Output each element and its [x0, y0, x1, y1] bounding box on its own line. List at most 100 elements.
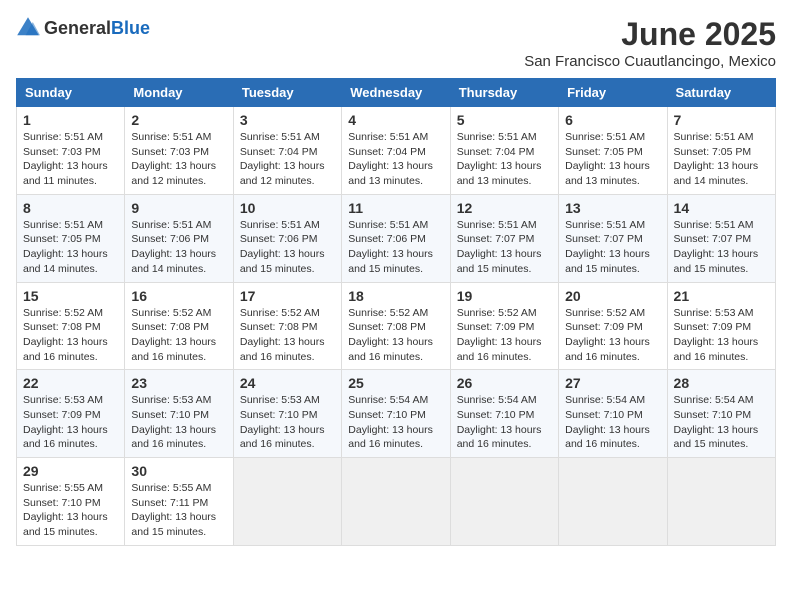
day-info: Sunrise: 5:52 AM Sunset: 7:09 PM Dayligh… [457, 306, 552, 365]
day-number: 4 [348, 112, 443, 128]
day-info: Sunrise: 5:53 AM Sunset: 7:10 PM Dayligh… [131, 393, 226, 452]
day-info: Sunrise: 5:51 AM Sunset: 7:04 PM Dayligh… [240, 130, 335, 189]
day-number: 14 [674, 200, 769, 216]
day-number: 26 [457, 375, 552, 391]
day-info: Sunrise: 5:51 AM Sunset: 7:06 PM Dayligh… [348, 218, 443, 277]
day-info: Sunrise: 5:51 AM Sunset: 7:05 PM Dayligh… [23, 218, 118, 277]
calendar-week-row: 22Sunrise: 5:53 AM Sunset: 7:09 PM Dayli… [17, 370, 776, 458]
day-number: 3 [240, 112, 335, 128]
logo-icon [16, 16, 40, 40]
day-info: Sunrise: 5:52 AM Sunset: 7:09 PM Dayligh… [565, 306, 660, 365]
calendar-day-cell: 25Sunrise: 5:54 AM Sunset: 7:10 PM Dayli… [342, 370, 450, 458]
calendar-day-cell: 28 Sunrise: 5:54 AM Sunset: 7:10 PM Dayli… [667, 370, 775, 458]
header-sunday: Sunday [17, 79, 125, 107]
calendar-day-cell: 4 Sunrise: 5:51 AM Sunset: 7:04 PM Daylig… [342, 107, 450, 195]
day-number: 11 [348, 200, 443, 216]
day-info: Sunrise: 5:55 AM Sunset: 7:11 PM Dayligh… [131, 481, 226, 540]
day-number: 10 [240, 200, 335, 216]
day-number: 13 [565, 200, 660, 216]
month-title: June 2025 [524, 16, 776, 53]
day-info: Sunrise: 5:51 AM Sunset: 7:06 PM Dayligh… [131, 218, 226, 277]
day-number: 24 [240, 375, 335, 391]
day-number: 30 [131, 463, 226, 479]
day-number: 29 [23, 463, 118, 479]
calendar-day-cell: 7 Sunrise: 5:51 AM Sunset: 7:05 PM Daylig… [667, 107, 775, 195]
calendar-day-cell: 2 Sunrise: 5:51 AM Sunset: 7:03 PM Daylig… [125, 107, 233, 195]
day-info: Sunrise: 5:54 AM Sunset: 7:10 PM Dayligh… [674, 393, 769, 452]
day-number: 7 [674, 112, 769, 128]
calendar-day-cell: 22Sunrise: 5:53 AM Sunset: 7:09 PM Dayli… [17, 370, 125, 458]
calendar-day-cell: 12 Sunrise: 5:51 AM Sunset: 7:07 PM Dayli… [450, 194, 558, 282]
calendar-day-cell: 19 Sunrise: 5:52 AM Sunset: 7:09 PM Dayli… [450, 282, 558, 370]
day-number: 16 [131, 288, 226, 304]
day-info: Sunrise: 5:51 AM Sunset: 7:03 PM Dayligh… [23, 130, 118, 189]
calendar-day-cell: 18 Sunrise: 5:52 AM Sunset: 7:08 PM Dayli… [342, 282, 450, 370]
header-thursday: Thursday [450, 79, 558, 107]
day-info: Sunrise: 5:51 AM Sunset: 7:07 PM Dayligh… [565, 218, 660, 277]
calendar-week-row: 29Sunrise: 5:55 AM Sunset: 7:10 PM Dayli… [17, 458, 776, 546]
day-number: 18 [348, 288, 443, 304]
header-monday: Monday [125, 79, 233, 107]
calendar-day-cell: 11 Sunrise: 5:51 AM Sunset: 7:06 PM Dayli… [342, 194, 450, 282]
calendar-table: SundayMondayTuesdayWednesdayThursdayFrid… [16, 78, 776, 546]
logo: GeneralBlue [16, 16, 150, 40]
day-number: 12 [457, 200, 552, 216]
calendar-day-cell: 30 Sunrise: 5:55 AM Sunset: 7:11 PM Dayli… [125, 458, 233, 546]
day-number: 2 [131, 112, 226, 128]
day-info: Sunrise: 5:51 AM Sunset: 7:04 PM Dayligh… [457, 130, 552, 189]
day-number: 19 [457, 288, 552, 304]
calendar-day-cell: 27 Sunrise: 5:54 AM Sunset: 7:10 PM Dayli… [559, 370, 667, 458]
day-number: 9 [131, 200, 226, 216]
calendar-day-cell: 24 Sunrise: 5:53 AM Sunset: 7:10 PM Dayli… [233, 370, 341, 458]
day-info: Sunrise: 5:54 AM Sunset: 7:10 PM Dayligh… [457, 393, 552, 452]
title-area: June 2025 San Francisco Cuautlancingo, M… [524, 16, 776, 70]
day-info: Sunrise: 5:53 AM Sunset: 7:10 PM Dayligh… [240, 393, 335, 452]
calendar-day-cell [342, 458, 450, 546]
calendar-day-cell: 17 Sunrise: 5:52 AM Sunset: 7:08 PM Dayli… [233, 282, 341, 370]
calendar-day-cell: 21Sunrise: 5:53 AM Sunset: 7:09 PM Dayli… [667, 282, 775, 370]
day-info: Sunrise: 5:52 AM Sunset: 7:08 PM Dayligh… [240, 306, 335, 365]
day-info: Sunrise: 5:52 AM Sunset: 7:08 PM Dayligh… [348, 306, 443, 365]
day-info: Sunrise: 5:51 AM Sunset: 7:03 PM Dayligh… [131, 130, 226, 189]
day-info: Sunrise: 5:51 AM Sunset: 7:05 PM Dayligh… [674, 130, 769, 189]
day-number: 8 [23, 200, 118, 216]
calendar-day-cell: 9 Sunrise: 5:51 AM Sunset: 7:06 PM Daylig… [125, 194, 233, 282]
day-info: Sunrise: 5:54 AM Sunset: 7:10 PM Dayligh… [565, 393, 660, 452]
calendar-day-cell: 6Sunrise: 5:51 AM Sunset: 7:05 PM Daylig… [559, 107, 667, 195]
day-info: Sunrise: 5:52 AM Sunset: 7:08 PM Dayligh… [131, 306, 226, 365]
day-info: Sunrise: 5:51 AM Sunset: 7:07 PM Dayligh… [457, 218, 552, 277]
day-number: 25 [348, 375, 443, 391]
header-wednesday: Wednesday [342, 79, 450, 107]
calendar-day-cell [667, 458, 775, 546]
day-info: Sunrise: 5:51 AM Sunset: 7:04 PM Dayligh… [348, 130, 443, 189]
header-saturday: Saturday [667, 79, 775, 107]
calendar-day-cell: 29Sunrise: 5:55 AM Sunset: 7:10 PM Dayli… [17, 458, 125, 546]
calendar-day-cell: 13 Sunrise: 5:51 AM Sunset: 7:07 PM Dayli… [559, 194, 667, 282]
logo-text: GeneralBlue [44, 18, 150, 39]
day-info: Sunrise: 5:51 AM Sunset: 7:05 PM Dayligh… [565, 130, 660, 189]
calendar-day-cell: 14Sunrise: 5:51 AM Sunset: 7:07 PM Dayli… [667, 194, 775, 282]
calendar-week-row: 8 Sunrise: 5:51 AM Sunset: 7:05 PM Daylig… [17, 194, 776, 282]
day-info: Sunrise: 5:51 AM Sunset: 7:06 PM Dayligh… [240, 218, 335, 277]
day-number: 15 [23, 288, 118, 304]
day-info: Sunrise: 5:52 AM Sunset: 7:08 PM Dayligh… [23, 306, 118, 365]
day-number: 5 [457, 112, 552, 128]
day-number: 20 [565, 288, 660, 304]
location-title: San Francisco Cuautlancingo, Mexico [524, 53, 776, 70]
header-tuesday: Tuesday [233, 79, 341, 107]
day-info: Sunrise: 5:53 AM Sunset: 7:09 PM Dayligh… [674, 306, 769, 365]
calendar-day-cell [559, 458, 667, 546]
calendar-day-cell: 8 Sunrise: 5:51 AM Sunset: 7:05 PM Daylig… [17, 194, 125, 282]
day-number: 1 [23, 112, 118, 128]
calendar-day-cell: 16 Sunrise: 5:52 AM Sunset: 7:08 PM Dayli… [125, 282, 233, 370]
calendar-day-cell: 3 Sunrise: 5:51 AM Sunset: 7:04 PM Daylig… [233, 107, 341, 195]
day-number: 27 [565, 375, 660, 391]
calendar-day-cell: 1 Sunrise: 5:51 AM Sunset: 7:03 PM Daylig… [17, 107, 125, 195]
calendar-day-cell: 15 Sunrise: 5:52 AM Sunset: 7:08 PM Dayli… [17, 282, 125, 370]
calendar-day-cell [450, 458, 558, 546]
calendar-week-row: 1 Sunrise: 5:51 AM Sunset: 7:03 PM Daylig… [17, 107, 776, 195]
day-number: 17 [240, 288, 335, 304]
day-info: Sunrise: 5:53 AM Sunset: 7:09 PM Dayligh… [23, 393, 118, 452]
calendar-day-cell: 23Sunrise: 5:53 AM Sunset: 7:10 PM Dayli… [125, 370, 233, 458]
day-number: 28 [674, 375, 769, 391]
